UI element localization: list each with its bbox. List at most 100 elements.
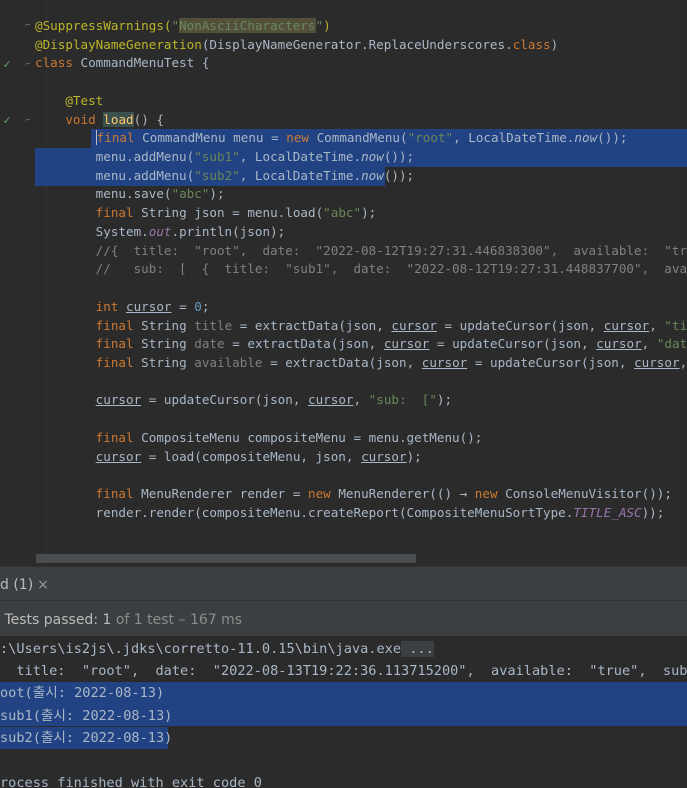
code-token: new (286, 130, 309, 146)
code-token: cursor (307, 392, 354, 408)
code-token: render.render(compositeMenu.createReport… (35, 504, 574, 520)
close-icon[interactable]: × (37, 577, 49, 593)
code-token: CommandMenuTest { (72, 55, 210, 71)
code-line[interactable]: menu.addMenu("sub1", LocalDateTime.now()… (35, 147, 415, 166)
code-token: @SuppressWarnings( (35, 18, 172, 33)
code-token: "abc" (323, 205, 362, 221)
code-line[interactable]: final CommandMenu menu = new CommandMenu… (35, 128, 628, 147)
code-line[interactable]: final String json = menu.load("abc"); (35, 203, 377, 222)
code-line[interactable]: //{ title: "root", date: "2022-08-12T19:… (35, 241, 687, 260)
code-token: cursor (596, 336, 642, 352)
status-suffix: of 1 test – 167 ms (111, 612, 243, 628)
code-token: final (95, 429, 134, 445)
code-token: cursor (361, 448, 407, 464)
code-token: TITLE_ASC (573, 504, 642, 520)
test-passed-icon[interactable]: ✓ (0, 57, 14, 71)
code-token: void (65, 111, 96, 127)
code-line[interactable]: @DisplayNameGeneration(DisplayNameGenera… (35, 35, 558, 54)
horizontal-scrollbar[interactable] (36, 554, 416, 563)
code-token: int (95, 298, 119, 314)
code-token: "abc" (171, 186, 210, 202)
code-token: final (95, 205, 134, 221)
code-token: = updateCursor(json, (429, 336, 597, 352)
console-json-line: title: "root", date: "2022-08-13T19:22:3… (0, 663, 687, 679)
code-token: final (95, 486, 134, 501)
console-exit-line: rocess finished with exit code 0 (0, 775, 262, 788)
code-line[interactable]: menu.addMenu("sub2", LocalDateTime.now()… (35, 166, 415, 185)
code-token: new (307, 486, 331, 501)
console-output-line: sub2(출시: 2022-08-13) (0, 730, 173, 746)
fold-marker-icon[interactable]: ⌐ (23, 116, 33, 126)
code-line[interactable]: int cursor = 0; (35, 297, 210, 316)
code-line[interactable]: cursor = load(compositeMenu, json, curso… (35, 447, 422, 466)
code-line[interactable]: class CommandMenuTest { (35, 53, 209, 72)
code-token: // sub: [ { title: "sub1", date: "2022-0… (35, 261, 687, 277)
code-token: ()); (597, 130, 628, 146)
code-editor[interactable]: ✓ ✓ ⌐ ⌐ ⌐ @SuppressWarnings("NonAsciiCha… (0, 0, 687, 566)
code-token: , LocalDateTime. (453, 130, 575, 146)
code-token: final (95, 336, 134, 352)
code-line[interactable]: @SuppressWarnings("NonAsciiCharacters") (35, 16, 331, 35)
code-token: "root" (407, 130, 454, 146)
fold-marker-icon[interactable]: ⌐ (23, 60, 33, 70)
fold-marker-icon[interactable]: ⌐ (23, 21, 33, 31)
console-output[interactable]: :\Users\is2js\.jdks\corretto-11.0.15\bin… (0, 636, 687, 788)
code-token: " (171, 18, 180, 33)
code-line[interactable]: final CompositeMenu compositeMenu = menu… (35, 428, 483, 447)
expand-command-button[interactable]: ... (401, 641, 434, 657)
code-line[interactable]: final String available = extractData(jso… (35, 353, 687, 372)
code-token: cursor (95, 448, 142, 464)
code-token: .println(json); (171, 223, 286, 239)
code-token: String json = menu.load( (133, 205, 324, 221)
code-line[interactable]: final String date = extractData(json, cu… (35, 334, 687, 353)
code-line[interactable]: // sub: [ { title: "sub1", date: "2022-0… (35, 259, 687, 278)
code-token: ()); (383, 167, 415, 183)
code-line[interactable]: final String title = extractData(json, c… (35, 316, 687, 335)
code-token: ); (209, 186, 225, 202)
code-token: cursor (95, 392, 142, 408)
code-token: cursor (383, 336, 430, 352)
run-tab-label: d (1) (0, 577, 34, 593)
code-token: "title: \"" (664, 317, 687, 333)
run-tab-bar: d (1) × (0, 566, 687, 601)
run-tab[interactable]: d (1) × (0, 567, 53, 601)
code-token: ; (201, 298, 210, 314)
test-passed-icon[interactable]: ✓ (0, 113, 14, 127)
code-token: final (95, 317, 134, 333)
code-token: ); (436, 392, 453, 408)
code-token: cursor (603, 317, 650, 333)
code-token: String (133, 317, 195, 333)
code-token: = extractData(json, (224, 336, 384, 352)
code-token: = updateCursor(json, (467, 354, 635, 370)
code-token: ) (323, 18, 331, 33)
code-token: cursor (126, 298, 172, 314)
gutter-separator (46, 0, 47, 566)
code-token: = extractData(json, (232, 317, 392, 333)
code-line[interactable]: cursor = updateCursor(json, cursor, "sub… (35, 390, 452, 409)
code-line[interactable]: menu.save("abc"); (35, 184, 225, 203)
code-line[interactable]: @Test (35, 91, 103, 110)
code-line[interactable]: render.render(compositeMenu.createReport… (35, 503, 665, 522)
code-token: load (103, 111, 134, 127)
code-line[interactable]: System.out.println(json); (35, 222, 286, 241)
code-token: menu.save( (35, 186, 172, 202)
code-token: ()); (383, 149, 415, 165)
code-line[interactable]: final MenuRenderer render = new MenuRend… (35, 484, 672, 503)
code-token: (DisplayNameGenerator.ReplaceUnderscores… (201, 36, 513, 52)
code-token: , (641, 336, 657, 352)
code-token: final (95, 354, 134, 370)
console-output-line: oot(출시: 2022-08-13) (0, 685, 165, 701)
code-token: )); (641, 504, 665, 520)
code-line[interactable]: void load() { (35, 110, 164, 129)
code-token: "date: \"" (656, 336, 687, 352)
code-token: , (679, 354, 687, 370)
code-token: = load(compositeMenu, json, (141, 448, 362, 464)
console-command: :\Users\is2js\.jdks\corretto-11.0.15\bin… (0, 641, 402, 657)
